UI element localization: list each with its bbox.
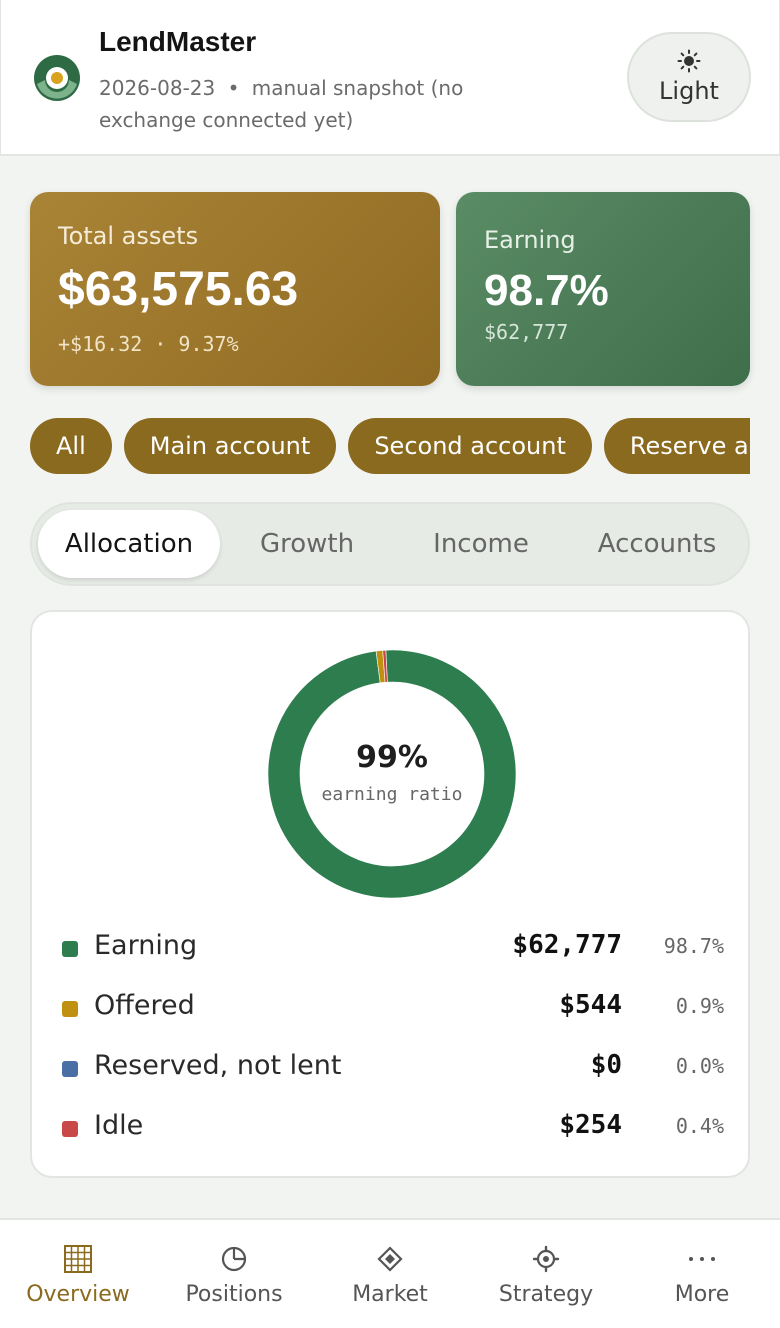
legend-name: Earning — [94, 930, 198, 961]
bottom-navigation: Overview Positions Market Strategy More — [0, 1218, 780, 1328]
grid-icon — [64, 1245, 92, 1273]
nav-more[interactable]: More — [624, 1220, 780, 1328]
legend-percent: 0.9% — [675, 994, 724, 1018]
allocation-panel: 99% earning ratio Earning $62,777 98.7% … — [30, 610, 750, 1178]
legend-swatch — [62, 1001, 78, 1017]
total-assets-card: Total assets $63,575.63 +$16.32 · 9.37% — [30, 192, 440, 386]
nav-label: Market — [352, 1282, 428, 1307]
pie-icon — [221, 1246, 247, 1272]
account-filter-chips: AllMain accountSecond accountReserve acc… — [30, 418, 750, 476]
legend-row-idle: Idle $254 0.4% — [32, 1108, 752, 1148]
gear-icon — [532, 1245, 560, 1273]
tab-income[interactable]: Income — [394, 510, 568, 578]
app-logo-icon — [34, 55, 80, 101]
legend-percent: 0.0% — [675, 1054, 724, 1078]
nav-label: Overview — [26, 1282, 130, 1307]
legend-row-reserved: Reserved, not lent $0 0.0% — [32, 1048, 752, 1088]
nav-label: More — [674, 1282, 730, 1307]
app-header: LendMaster 2026-08-23 • manual snapshot … — [0, 0, 780, 156]
app-title: LendMaster — [99, 26, 257, 57]
chip-all[interactable]: All — [30, 418, 112, 474]
earning-amount: $62,777 — [484, 320, 569, 344]
legend-row-offered: Offered $544 0.9% — [32, 988, 752, 1028]
legend-row-earning: Earning $62,777 98.7% — [32, 928, 752, 968]
diamond-icon — [377, 1246, 403, 1272]
chip-second-account[interactable]: Second account — [348, 418, 592, 474]
nav-label: Strategy — [498, 1282, 594, 1307]
total-assets-label: Total assets — [58, 222, 199, 250]
earning-card: Earning 98.7% $62,777 — [456, 192, 750, 386]
legend-name: Reserved, not lent — [94, 1050, 342, 1081]
nav-market[interactable]: Market — [312, 1220, 468, 1328]
donut-center-value: 99% — [356, 740, 428, 775]
legend-amount: $544 — [559, 990, 622, 1020]
tab-allocation[interactable]: Allocation — [38, 510, 220, 578]
nav-strategy[interactable]: Strategy — [468, 1220, 624, 1328]
tab-growth[interactable]: Growth — [220, 510, 394, 578]
sun-icon — [677, 49, 701, 73]
legend-percent: 0.4% — [675, 1114, 724, 1138]
chip-main-account[interactable]: Main account — [123, 418, 337, 474]
more-icon — [689, 1257, 715, 1261]
nav-positions[interactable]: Positions — [156, 1220, 312, 1328]
legend-amount: $254 — [559, 1110, 622, 1140]
donut-center-label: earning ratio — [321, 784, 463, 805]
nav-overview[interactable]: Overview — [0, 1220, 156, 1328]
total-assets-value: $63,575.63 — [58, 263, 299, 316]
legend-name: Offered — [94, 990, 195, 1021]
snapshot-subtitle: 2026-08-23 • manual snapshot (no exchang… — [99, 72, 559, 136]
total-assets-change: +$16.32 · 9.37% — [58, 332, 239, 356]
earning-label: Earning — [484, 226, 576, 254]
legend-amount: $62,777 — [512, 930, 622, 960]
legend-swatch — [62, 941, 78, 957]
tab-accounts[interactable]: Accounts — [568, 510, 746, 578]
legend-swatch — [62, 1061, 78, 1077]
legend-swatch — [62, 1121, 78, 1137]
theme-toggle-button[interactable]: Light — [627, 32, 751, 122]
view-tabs: Allocation Growth Income Accounts — [30, 502, 750, 586]
theme-toggle-label: Light — [659, 77, 719, 105]
chip-reserve-account[interactable]: Reserve acco — [603, 418, 750, 474]
legend-percent: 98.7% — [663, 934, 724, 958]
legend-name: Idle — [94, 1110, 144, 1141]
earning-value: 98.7% — [484, 266, 609, 315]
nav-label: Positions — [185, 1282, 283, 1307]
legend-amount: $0 — [590, 1050, 622, 1080]
subtitle-separator: • — [227, 76, 240, 100]
snapshot-date: 2026-08-23 — [99, 76, 216, 100]
